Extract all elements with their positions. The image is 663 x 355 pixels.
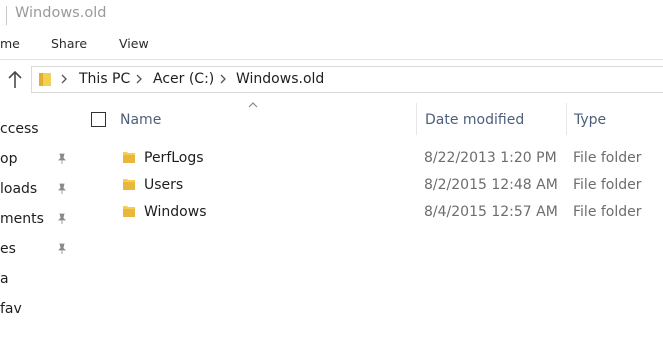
column-header-name[interactable]: Name — [120, 112, 161, 128]
nav-item-desktop[interactable]: op — [0, 151, 17, 167]
window-title: Windows.old — [15, 5, 107, 21]
ribbon-tab-view[interactable]: View — [119, 36, 149, 51]
folder-icon — [123, 206, 135, 217]
file-name[interactable]: Users — [144, 177, 183, 193]
nav-item-a[interactable]: a — [0, 271, 9, 287]
column-divider[interactable] — [566, 103, 567, 135]
folder-icon — [123, 179, 135, 190]
pin-icon — [58, 153, 66, 164]
up-arrow-icon[interactable] — [5, 69, 25, 91]
column-header-type[interactable]: Type — [574, 112, 606, 128]
breadcrumb-acer-c[interactable]: Acer (C:) — [153, 71, 214, 87]
nav-item-quick-access[interactable]: ccess — [0, 121, 39, 137]
ribbon-tab-home[interactable]: me — [0, 36, 20, 51]
nav-item-pictures[interactable]: es — [0, 241, 16, 257]
folder-icon — [39, 73, 51, 86]
title-separator — [6, 6, 7, 25]
ribbon-divider — [0, 59, 663, 60]
ribbon-tab-share[interactable]: Share — [51, 36, 87, 51]
chevron-right-icon[interactable] — [59, 73, 69, 85]
file-type: File folder — [573, 204, 642, 220]
folder-icon — [123, 152, 135, 163]
column-divider[interactable] — [416, 103, 417, 135]
breadcrumb-windows-old[interactable]: Windows.old — [236, 71, 324, 87]
file-name[interactable]: PerfLogs — [144, 150, 204, 166]
nav-item-fav[interactable]: fav — [0, 301, 22, 317]
pin-icon — [58, 243, 66, 254]
pin-icon — [58, 213, 66, 224]
file-date-modified: 8/4/2015 12:57 AM — [424, 204, 558, 220]
nav-item-downloads[interactable]: loads — [0, 181, 37, 197]
nav-item-documents[interactable]: ments — [0, 211, 44, 227]
chevron-right-icon[interactable] — [134, 73, 144, 85]
column-header-date-modified[interactable]: Date modified — [425, 112, 524, 128]
select-all-checkbox[interactable] — [91, 112, 106, 127]
file-date-modified: 8/2/2015 12:48 AM — [424, 177, 558, 193]
file-date-modified: 8/22/2013 1:20 PM — [424, 150, 557, 166]
pin-icon — [58, 183, 66, 194]
file-type: File folder — [573, 150, 642, 166]
file-name[interactable]: Windows — [144, 204, 207, 220]
file-type: File folder — [573, 177, 642, 193]
breadcrumb-this-pc[interactable]: This PC — [79, 71, 130, 87]
chevron-right-icon[interactable] — [218, 73, 228, 85]
sort-ascending-icon — [248, 102, 258, 108]
